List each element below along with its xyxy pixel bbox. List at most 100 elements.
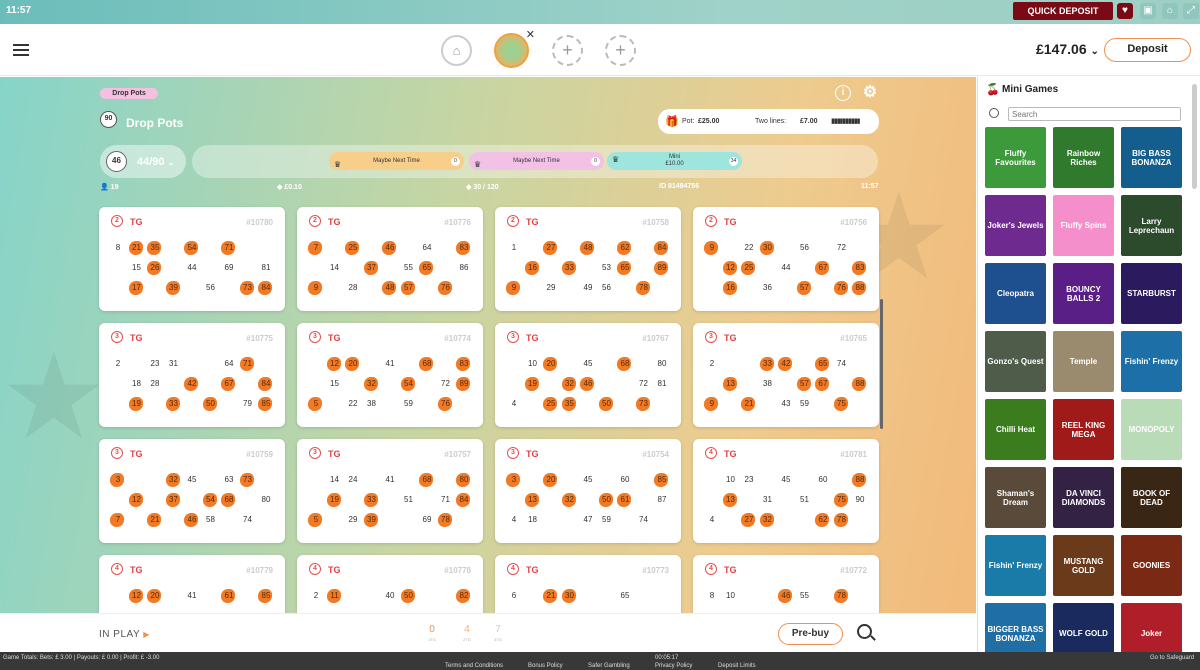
bingo-ticket[interactable]: 4 TG #10781 10 23 45 60 88 13 31 51 75 90 4 27 32 62 78	[693, 439, 879, 543]
ticket-id: #10779	[246, 566, 273, 575]
game-tile[interactable]: GOONIES	[1121, 535, 1182, 596]
scrollbar[interactable]	[880, 299, 883, 429]
daubed-number: 83	[455, 354, 473, 374]
game-tile[interactable]: BIGGER BASS BONANZA	[985, 603, 1046, 652]
info-icon[interactable]: i	[835, 85, 851, 101]
ticket-number: 63	[224, 475, 234, 484]
close-icon[interactable]: ✕	[526, 29, 535, 41]
game-tile[interactable]: Chilli Heat	[985, 399, 1046, 460]
heart-icon[interactable]: ♥	[1117, 3, 1133, 19]
to-go-badge: 4	[705, 447, 717, 459]
ticket-number: 43	[781, 399, 791, 408]
daubed-number: 73	[635, 394, 653, 414]
daubed-number: 50	[202, 394, 220, 414]
daubed-number: 16	[524, 258, 542, 278]
ticket-number: 31	[169, 359, 178, 368]
ticket-number: 51	[404, 495, 413, 504]
active-game-slot[interactable]: ✕	[494, 29, 535, 68]
bingo-ticket[interactable]: 3 TG #10759 3 32 45 63 73 12 37 54 68 80 7 21 46 58 74	[99, 439, 285, 543]
daubed-number: 65	[418, 258, 436, 278]
add-game-slot-1[interactable]: +	[552, 35, 583, 66]
bingo-ticket[interactable]: 3 TG #10754 3 20 45 60 85 13 32 50 61 87 4 18 47 59 74	[495, 439, 681, 543]
terms-link[interactable]: Terms and Conditions	[445, 663, 503, 669]
add-game-slot-2[interactable]: +	[605, 35, 636, 66]
game-tile[interactable]: Joker	[1121, 603, 1182, 652]
daubed-number: 78	[833, 510, 851, 530]
daubed-number: 12	[128, 586, 146, 606]
bingo-ticket[interactable]: 2 TG #10780 8 21 35 54 71 15 26 44 69 81 17 39 56 73 84	[99, 207, 285, 311]
game-tile[interactable]: Shaman's Dream	[985, 467, 1046, 528]
expand-icon[interactable]: ⤢	[1183, 3, 1199, 19]
session-clock: 00:05:17	[655, 655, 679, 661]
game-tile[interactable]: Rainbow Riches	[1053, 127, 1114, 188]
game-tile[interactable]: Cleopatra	[985, 263, 1046, 324]
home-icon[interactable]: ⌂	[1162, 3, 1178, 19]
chevron-down-icon: ⌄	[167, 158, 175, 167]
to-go-label: TG	[328, 449, 341, 459]
game-tile[interactable]: BOOK OF DEAD	[1121, 467, 1182, 528]
to-go-label: TG	[130, 217, 143, 227]
game-tile[interactable]: Temple	[1053, 331, 1114, 392]
daubed-number: 57	[796, 374, 814, 394]
bingo-ticket[interactable]: 3 TG #10767 10 20 45 68 80 19 32 46 72 81 4 25 35 50 73	[495, 323, 681, 427]
bingo-ticket[interactable]: 2 TG #10776 7 25 46 64 83 14 37 55 65 86 9 28 48 57 76	[297, 207, 483, 311]
game-tile[interactable]: REEL KING MEGA	[1053, 399, 1114, 460]
bingo-ticket[interactable]: 3 TG #10775 2 23 31 64 71 18 28 42 67 84 19 33 50 79 85	[99, 323, 285, 427]
quick-deposit-button[interactable]: QUICK DEPOSIT	[1013, 2, 1113, 20]
daubed-number: 54	[202, 490, 220, 510]
bingo-ticket[interactable]: 3 TG #10765 2 33 42 65 74 13 38 57 67 88 9 21 43 59 75	[693, 323, 879, 427]
bingo-ticket[interactable]: 3 TG #10757 14 24 41 68 80 19 33 51 71 84 5 29 39 69 78	[297, 439, 483, 543]
pot-value: £25.00	[698, 118, 720, 125]
ticket-number: 72	[639, 379, 648, 388]
daubed-number: 89	[653, 258, 671, 278]
gift-icon[interactable]: ▣	[1140, 3, 1156, 19]
game-tile[interactable]: BOUNCY BALLS 2	[1053, 263, 1114, 324]
ticket-number: 45	[781, 475, 791, 484]
ticket-number: 65	[620, 591, 630, 600]
safeguard-link[interactable]: Go to Safeguard	[1150, 655, 1194, 661]
game-tile[interactable]: MUSTANG GOLD	[1053, 535, 1114, 596]
daubed-number: 76	[437, 394, 455, 414]
ticket-number: 44	[781, 263, 791, 272]
bonus-policy-link[interactable]: Bonus Policy	[528, 663, 563, 669]
game-tile[interactable]: BIG BASS BONANZA	[1121, 127, 1182, 188]
safer-gambling-link[interactable]: Safer Gambling	[588, 663, 630, 669]
sidebar-scrollbar[interactable]	[1192, 84, 1197, 189]
daubed-number: 21	[146, 510, 164, 530]
game-tile[interactable]: DA VINCI DIAMONDS	[1053, 467, 1114, 528]
deposit-limits-link[interactable]: Deposit Limits	[718, 663, 756, 669]
daubed-number: 42	[777, 354, 795, 374]
game-tile[interactable]: Fishin' Frenzy	[985, 535, 1046, 596]
gear-icon[interactable]: ⚙	[862, 85, 878, 101]
hamburger-menu-icon[interactable]	[13, 44, 29, 56]
game-tile[interactable]: Larry Leprechaun	[1121, 195, 1182, 256]
daubed-number: 37	[363, 258, 381, 278]
ticket-number: 2	[709, 359, 715, 368]
pre-buy-button[interactable]: Pre-buy	[778, 623, 843, 645]
home-slot-icon[interactable]: ⌂	[441, 35, 472, 66]
ticket-id: #10774	[444, 334, 471, 343]
game-tile[interactable]: STARBURST	[1121, 263, 1182, 324]
gift-icon: 🎁	[665, 116, 679, 128]
game-tile[interactable]: Joker's Jewels	[985, 195, 1046, 256]
game-tile[interactable]: Gonzo's Quest	[985, 331, 1046, 392]
deposit-button[interactable]: Deposit	[1104, 38, 1191, 62]
game-tile[interactable]: WOLF GOLD	[1053, 603, 1114, 652]
daubed-number: 48	[579, 238, 597, 258]
privacy-policy-link[interactable]: Privacy Policy	[655, 663, 692, 669]
ticket-number: 10	[726, 591, 735, 600]
zoom-in-icon[interactable]	[857, 624, 876, 641]
game-tile[interactable]: MONOPOLY	[1121, 399, 1182, 460]
bingo-ticket[interactable]: 2 TG #10756 9 22 30 56 72 12 25 44 67 83 16 36 57 76 88	[693, 207, 879, 311]
ticket-number: 79	[243, 399, 252, 408]
called-ball[interactable]: 46 44/90 ⌄	[100, 145, 186, 178]
bingo-ticket[interactable]: 3 TG #10774 12 20 41 68 83 15 32 54 72 89 5 22 38 59 76	[297, 323, 483, 427]
search-input[interactable]	[1008, 107, 1181, 121]
bingo-ticket[interactable]: 2 TG #10758 1 27 48 62 84 16 33 53 65 89 9 29 49 56 78	[495, 207, 681, 311]
daubed-number: 9	[307, 278, 325, 298]
balance-dropdown[interactable]: £147.06 ⌄	[1036, 41, 1099, 57]
game-tile[interactable]: Fluffy Spins	[1053, 195, 1114, 256]
game-tile[interactable]: Fluffy Favourites	[985, 127, 1046, 188]
ticket-numbers: 2 23 31 64 71 18 28 42 67 84 19 33 50 79 85	[109, 354, 275, 414]
game-tile[interactable]: Fishin' Frenzy	[1121, 331, 1182, 392]
